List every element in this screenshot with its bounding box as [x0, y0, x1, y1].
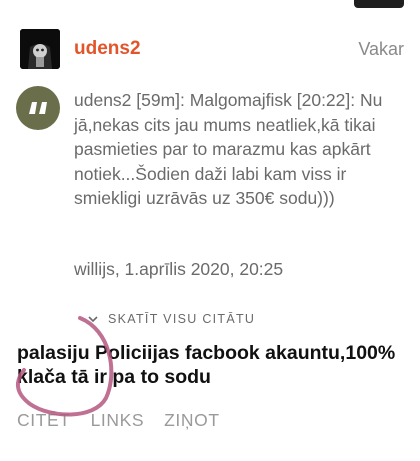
username[interactable]: udens2 — [74, 38, 358, 60]
view-full-quote-button[interactable]: SKATĪT VISU CITĀTU — [88, 312, 255, 326]
quote-meta: willijs, 1.aprīlis 2020, 20:25 — [74, 259, 284, 279]
links-button[interactable]: LINKS — [91, 410, 145, 431]
report-button[interactable]: ZIŅOT — [164, 410, 220, 431]
avatar-image — [20, 29, 60, 69]
quote-button[interactable]: CITĒT — [17, 410, 71, 431]
comment-header: udens2 Vakar — [20, 28, 404, 70]
comment-actions: CITĒT LINKS ZIŅOT — [17, 410, 240, 431]
avatar[interactable] — [20, 29, 60, 69]
chevron-down-icon — [88, 315, 98, 322]
quote-icon — [16, 86, 60, 130]
post-time: Vakar — [358, 38, 404, 59]
top-bar-fragment — [354, 0, 404, 8]
view-full-quote-label: SKATĪT VISU CITĀTU — [108, 312, 256, 326]
comment-body: palasiju Policiijas facbook akauntu,100%… — [17, 342, 396, 388]
quote-text: udens2 [59m]: Malgomajfisk [20:22]: Nu j… — [74, 90, 383, 208]
